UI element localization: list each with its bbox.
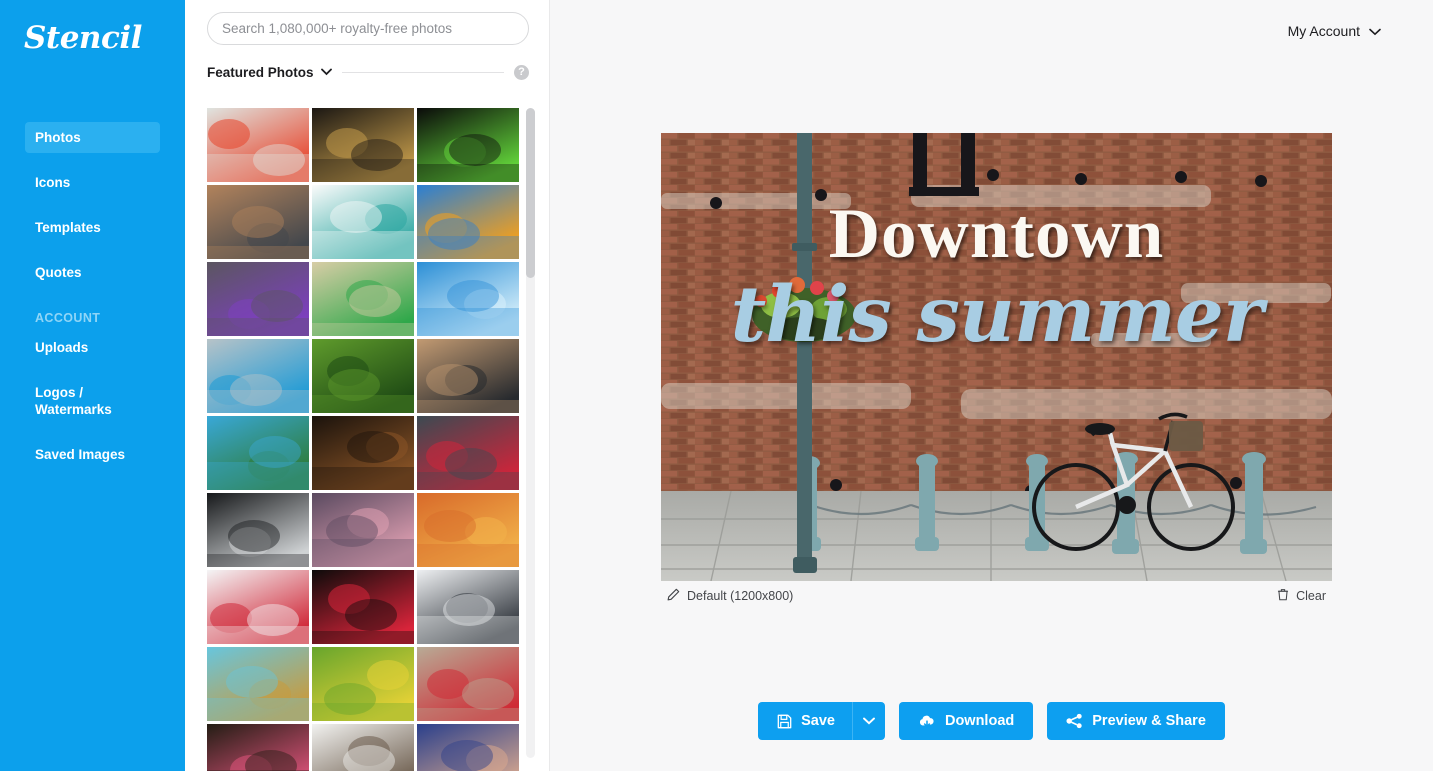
scrollbar-thumb[interactable] [526, 108, 535, 278]
my-account-menu[interactable]: My Account [1288, 23, 1381, 39]
save-options-button[interactable] [852, 702, 885, 740]
sidebar-item-quotes[interactable]: Quotes [25, 257, 160, 288]
thumbnail-item[interactable] [312, 108, 414, 182]
category-label[interactable]: Featured Photos [207, 65, 314, 80]
chevron-down-icon [1369, 23, 1381, 39]
chevron-down-icon[interactable] [321, 68, 332, 76]
trash-icon [1277, 588, 1289, 604]
thumbnail-item[interactable] [417, 570, 519, 644]
sidebar-item-templates[interactable]: Templates [25, 212, 160, 243]
thumbnail-item[interactable] [417, 262, 519, 336]
thumbnail-item[interactable] [312, 416, 414, 490]
share-nodes-icon [1066, 713, 1083, 729]
save-button[interactable]: Save [758, 702, 852, 740]
thumbnail-grid[interactable] [207, 108, 529, 771]
thumbnail-item[interactable] [207, 493, 309, 567]
sidebar-item-label: Saved Images [35, 447, 125, 462]
thumbnail-item[interactable] [207, 262, 309, 336]
sidebar-nav: Photos Icons Templates Quotes ACCOUNT Up… [0, 122, 185, 470]
chevron-down-icon [863, 717, 875, 725]
thumbnail-item[interactable] [312, 262, 414, 336]
nav-spacer [0, 153, 185, 167]
thumbnail-item[interactable] [312, 724, 414, 771]
download-button[interactable]: Download [899, 702, 1033, 740]
clear-label: Clear [1296, 589, 1326, 603]
help-circle-icon[interactable]: ? [514, 65, 529, 80]
sidebar-item-saved-images[interactable]: Saved Images [25, 439, 160, 470]
thumbnail-item[interactable] [312, 339, 414, 413]
thumbnail-item[interactable] [417, 185, 519, 259]
design-canvas[interactable]: Downtown this summer [661, 133, 1332, 581]
sidebar-item-label: Logos / Watermarks [35, 385, 112, 417]
thumbnail-item[interactable] [417, 416, 519, 490]
sidebar-item-label: Templates [35, 220, 101, 235]
canvas-status-bar: Default (1200x800) Clear [661, 581, 1332, 611]
my-account-label: My Account [1288, 23, 1360, 39]
thumbnail-item[interactable] [207, 647, 309, 721]
search-placeholder: Search 1,080,000+ royalty-free photos [222, 21, 452, 36]
search-input[interactable]: Search 1,080,000+ royalty-free photos [207, 12, 529, 45]
top-bar: My Account [550, 0, 1433, 62]
divider [342, 72, 504, 73]
nav-spacer [0, 198, 185, 212]
search-container: Search 1,080,000+ royalty-free photos [185, 0, 549, 45]
sidebar-item-label: Icons [35, 175, 70, 190]
cloud-download-icon [918, 714, 936, 729]
thumbnail-item[interactable] [207, 416, 309, 490]
thumbnail-item[interactable] [312, 185, 414, 259]
floppy-disk-icon [777, 714, 792, 729]
thumbnail-item[interactable] [207, 724, 309, 771]
thumbnail-item[interactable] [417, 724, 519, 771]
editor-area: My Account [550, 0, 1433, 771]
sidebar-item-uploads[interactable]: Uploads [25, 332, 160, 363]
thumbnail-item[interactable] [312, 493, 414, 567]
thumbnail-item[interactable] [312, 647, 414, 721]
sidebar-item-icons[interactable]: Icons [25, 167, 160, 198]
sidebar-item-label: Quotes [35, 265, 82, 280]
download-label: Download [945, 713, 1014, 729]
canvas-size-label: Default (1200x800) [687, 589, 793, 603]
sidebar-section-account: ACCOUNT [35, 310, 160, 326]
thumbnail-item[interactable] [417, 108, 519, 182]
sidebar: Stencil Photos Icons Templates Quotes AC… [0, 0, 185, 771]
app-root: Stencil Photos Icons Templates Quotes AC… [0, 0, 1433, 771]
save-split-button: Save [758, 702, 885, 740]
thumbnail-item[interactable] [207, 185, 309, 259]
thumbnail-item[interactable] [207, 339, 309, 413]
nav-spacer [0, 243, 185, 257]
nav-spacer [0, 425, 185, 439]
canvas-size-control[interactable]: Default (1200x800) [667, 588, 793, 604]
sidebar-item-logos-watermarks[interactable]: Logos / Watermarks [25, 377, 160, 425]
sidebar-item-photos[interactable]: Photos [25, 122, 160, 153]
brand-logo[interactable]: Stencil [24, 18, 185, 58]
save-label: Save [801, 713, 835, 729]
sidebar-item-label: Uploads [35, 340, 88, 355]
thumbnail-item[interactable] [417, 493, 519, 567]
thumbnail-item[interactable] [417, 339, 519, 413]
canvas-headline[interactable]: Downtown [661, 195, 1332, 273]
preview-share-button[interactable]: Preview & Share [1047, 702, 1225, 740]
canvas-area: Downtown this summer Default (1200x800) … [661, 133, 1332, 611]
pencil-icon [667, 588, 680, 604]
photo-browser-panel: Search 1,080,000+ royalty-free photos Fe… [185, 0, 550, 771]
sidebar-item-label: Photos [35, 130, 81, 145]
thumbnail-item[interactable] [417, 647, 519, 721]
action-toolbar: Save Download Preview & Share [550, 702, 1433, 740]
thumbnail-item[interactable] [207, 570, 309, 644]
thumbnail-list [207, 108, 519, 771]
nav-spacer [0, 363, 185, 377]
clear-canvas-button[interactable]: Clear [1277, 588, 1326, 604]
thumbnail-item[interactable] [312, 570, 414, 644]
thumbnail-item[interactable] [207, 108, 309, 182]
canvas-subhead[interactable]: this summer [661, 273, 1332, 357]
vertical-scrollbar[interactable] [526, 108, 535, 758]
category-selector-row: Featured Photos ? [207, 61, 529, 83]
preview-share-label: Preview & Share [1092, 713, 1206, 729]
